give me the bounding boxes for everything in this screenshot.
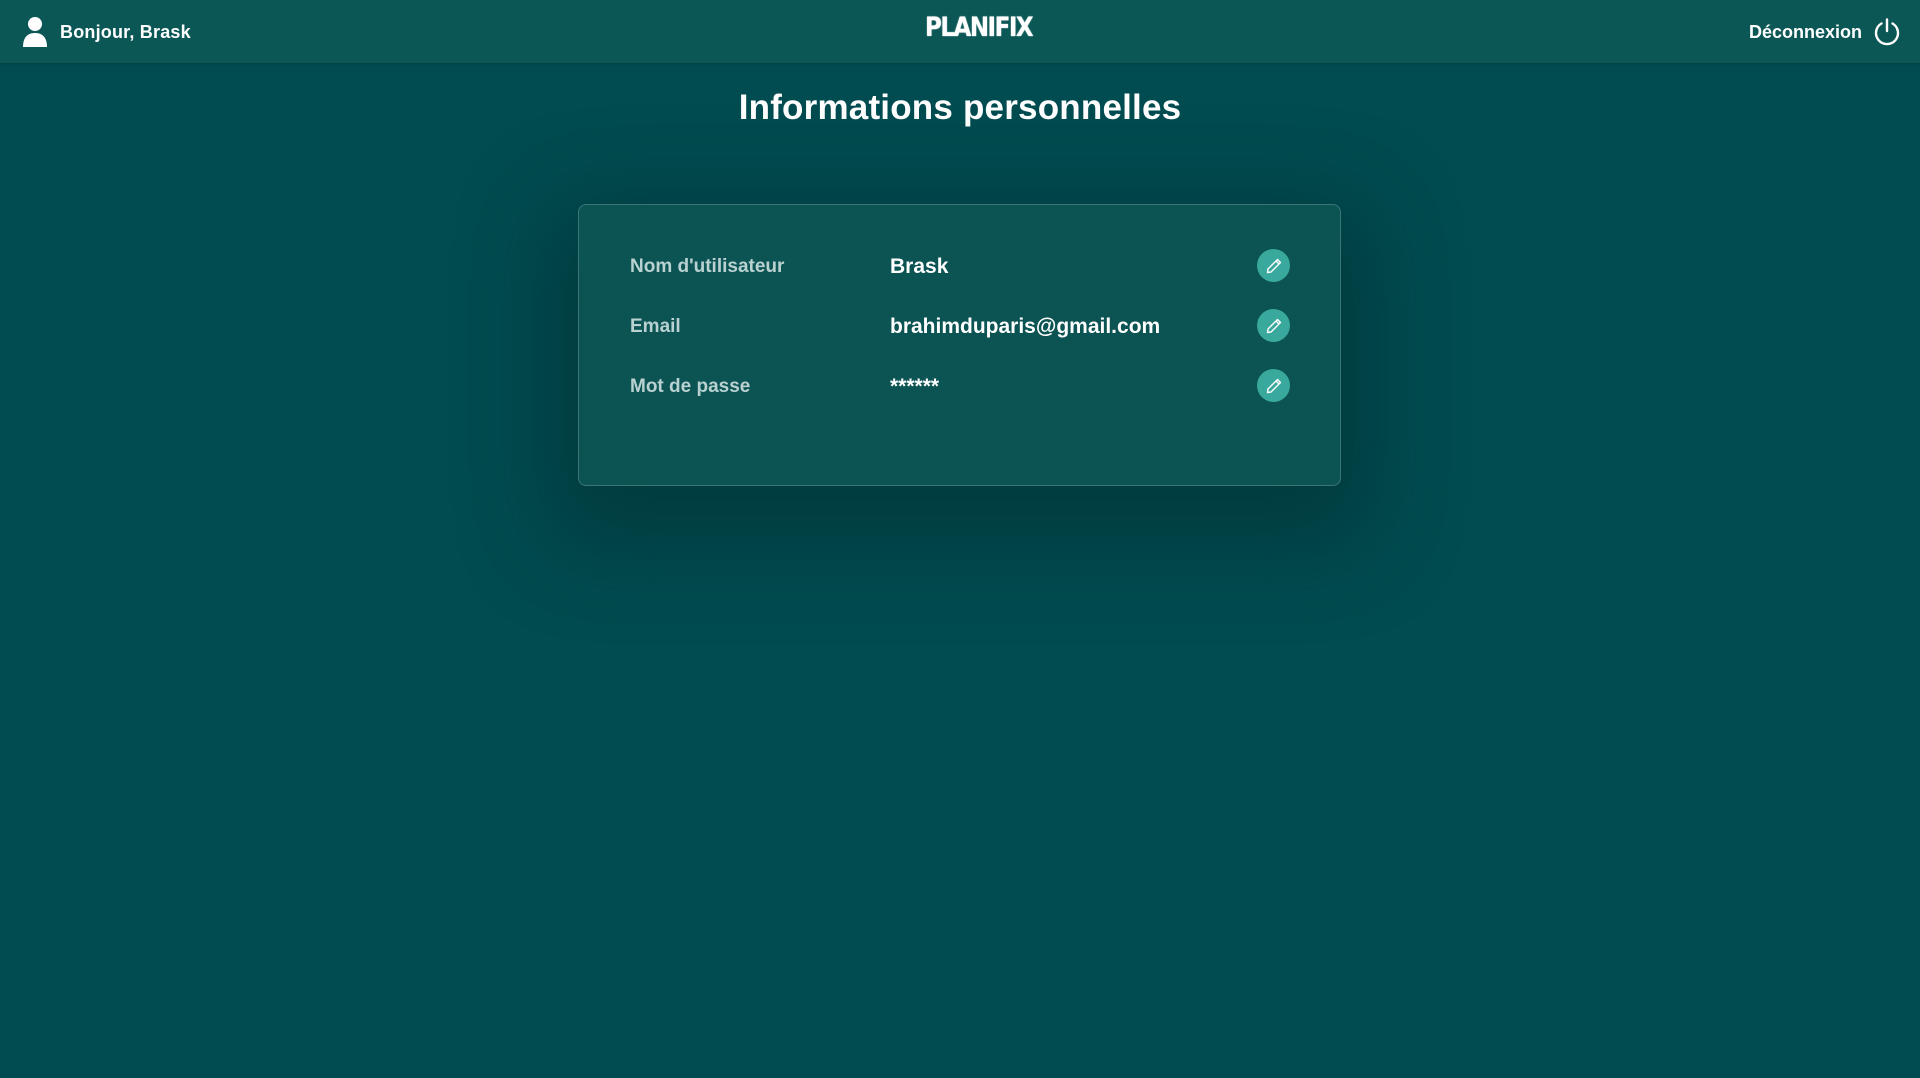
user-icon — [23, 17, 47, 47]
password-label: Mot de passe — [630, 376, 751, 397]
edit-email-button[interactable] — [1257, 309, 1290, 342]
personal-info-card: Nom d'utilisateur Brask Email brahimdupa… — [578, 204, 1341, 486]
username-row: Nom d'utilisateur Brask — [630, 248, 1290, 284]
password-value: ****** — [890, 375, 940, 398]
edit-password-button[interactable] — [1257, 369, 1290, 402]
page-title: Informations personnelles — [738, 88, 1182, 127]
username-value: Brask — [890, 255, 949, 278]
planifix-logo[interactable]: PLANIFIX — [925, 13, 1034, 43]
greeting-text: Bonjour, Brask — [60, 21, 191, 42]
email-row: Email brahimduparis@gmail.com — [630, 308, 1290, 344]
password-row: Mot de passe ****** — [630, 368, 1290, 404]
email-value: brahimduparis@gmail.com — [890, 315, 1161, 338]
logout-button[interactable]: Déconnexion — [1749, 15, 1902, 49]
pencil-icon — [1266, 378, 1281, 393]
pencil-icon — [1266, 318, 1281, 333]
username-label: Nom d'utilisateur — [630, 256, 785, 277]
email-label: Email — [630, 316, 681, 337]
top-navigation-bar: Bonjour, Brask PLANIFIX Déconnexion — [0, 0, 1920, 63]
pencil-icon — [1266, 258, 1281, 273]
power-icon[interactable] — [1872, 17, 1902, 47]
logout-label[interactable]: Déconnexion — [1749, 22, 1862, 43]
edit-username-button[interactable] — [1257, 249, 1290, 282]
user-greeting: Bonjour, Brask — [22, 15, 191, 49]
